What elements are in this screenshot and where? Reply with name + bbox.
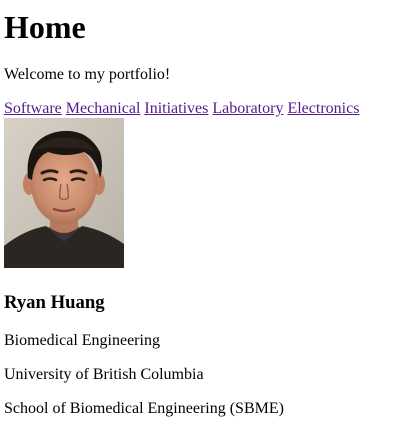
page-title: Home (4, 9, 86, 45)
profile-school: School of Biomedical Engineering (SBME) (4, 400, 284, 417)
profile-photo (4, 118, 124, 268)
page: Home Welcome to my portfolio! Software M… (0, 0, 404, 417)
nav-link-mechanical[interactable]: Mechanical (66, 100, 141, 117)
nav-link-laboratory[interactable]: Laboratory (212, 100, 283, 117)
nav-links: Software Mechanical Initiatives Laborato… (4, 99, 359, 118)
profile-program: Biomedical Engineering (4, 332, 160, 349)
welcome-text: Welcome to my portfolio! (4, 66, 171, 83)
nav-link-initiatives[interactable]: Initiatives (144, 100, 208, 117)
profile-name: Ryan Huang (4, 292, 105, 313)
nav-link-electronics[interactable]: Electronics (287, 100, 359, 117)
profile-university: University of British Columbia (4, 366, 204, 383)
nav-link-software[interactable]: Software (4, 100, 62, 117)
